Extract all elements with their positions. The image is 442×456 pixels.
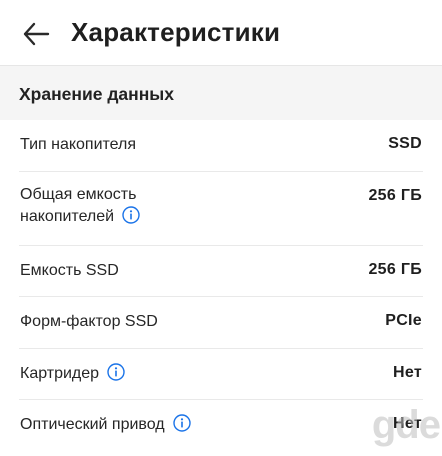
spec-label: Оптический привод — [20, 416, 165, 433]
spec-label-line1: Общая емкость — [20, 186, 137, 203]
info-icon[interactable] — [122, 206, 140, 224]
spec-list: Тип накопителя SSD Общая емкость накопит… — [0, 120, 442, 456]
section-header: Хранение данных — [0, 67, 442, 120]
spec-label-line2: накопителей — [20, 208, 115, 225]
spec-label: Картридер — [20, 365, 100, 382]
spec-value: 256 ГБ — [368, 187, 422, 204]
spec-value: Нет — [393, 415, 422, 432]
spec-row-card-reader: Картридер Нет — [0, 349, 442, 400]
spec-label-wrap: Оптический привод — [20, 414, 191, 436]
back-button[interactable] — [20, 20, 52, 48]
spec-label: Тип накопителя — [20, 136, 137, 153]
spec-row-total-capacity: Общая емкость накопителей 256 ГБ — [0, 172, 442, 246]
spec-row-optical-drive: Оптический привод Нет — [0, 400, 442, 456]
spec-row-form-factor: Форм-фактор SSD PCIe — [0, 297, 442, 349]
spec-row-ssd-capacity: Емкость SSD 256 ГБ — [0, 246, 442, 297]
app-header: Характеристики — [0, 0, 442, 66]
spec-label: Емкость SSD — [20, 262, 119, 279]
info-icon[interactable] — [107, 363, 125, 381]
spec-value: SSD — [388, 135, 422, 152]
section-title: Хранение данных — [19, 84, 174, 104]
info-icon[interactable] — [172, 414, 191, 432]
spec-value: 256 ГБ — [368, 261, 422, 278]
spec-label-wrap: Картридер — [20, 363, 125, 385]
spec-label-line2-wrap: накопителей — [20, 206, 140, 228]
arrow-left-icon — [23, 22, 50, 46]
spec-value: Нет — [393, 364, 422, 381]
spec-label: Форм-фактор SSD — [20, 313, 158, 330]
spec-value: PCIe — [385, 312, 422, 329]
spec-row-drive-type: Тип накопителя SSD — [0, 120, 442, 172]
page-title: Характеристики — [71, 17, 281, 47]
